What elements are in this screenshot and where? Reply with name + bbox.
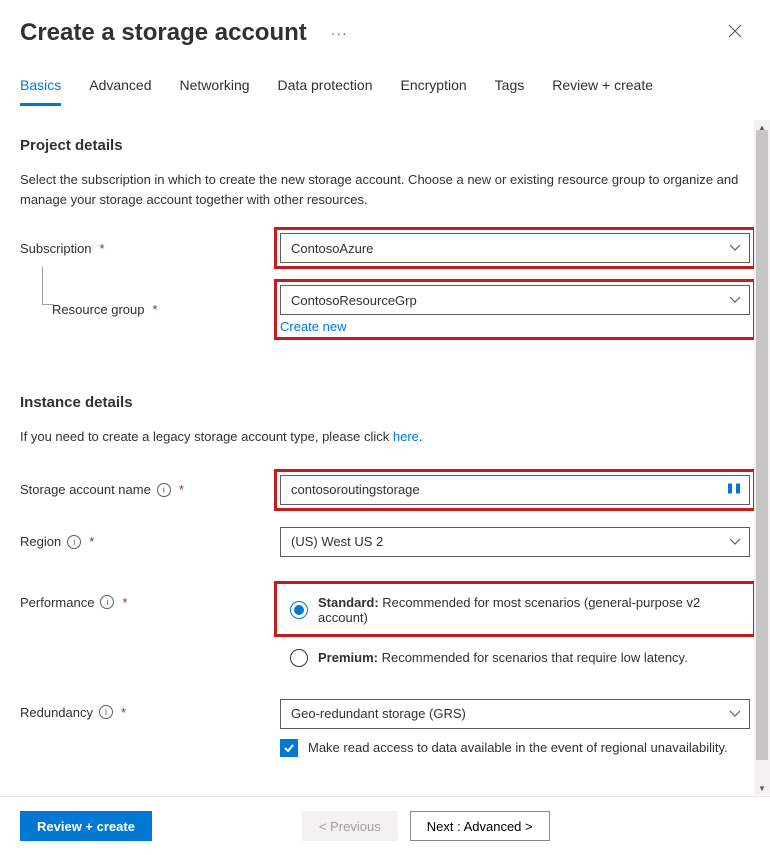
info-icon[interactable]: i — [157, 483, 171, 497]
radio-unchecked-icon — [290, 649, 308, 667]
previous-button: < Previous — [302, 811, 398, 841]
review-create-button[interactable]: Review + create — [20, 811, 152, 841]
close-icon[interactable] — [720, 18, 750, 47]
create-new-link[interactable]: Create new — [280, 319, 346, 334]
chevron-down-icon — [729, 244, 741, 252]
performance-premium-radio[interactable]: Premium: Recommended for scenarios that … — [280, 641, 750, 675]
tab-data-protection[interactable]: Data protection — [278, 69, 373, 106]
resource-group-label: Resource group* — [20, 302, 280, 317]
checkbox-checked-icon — [280, 739, 298, 757]
project-details-desc: Select the subscription in which to crea… — [20, 170, 740, 209]
chevron-down-icon — [729, 710, 741, 718]
instance-details-heading: Instance details — [20, 394, 750, 411]
legacy-here-link[interactable]: here — [393, 427, 419, 447]
footer: Review + create < Previous Next : Advanc… — [0, 796, 770, 855]
chevron-down-icon — [729, 538, 741, 546]
instance-legacy-text: If you need to create a legacy storage a… — [20, 427, 740, 447]
tree-connector-icon — [42, 267, 54, 305]
tab-bar: Basics Advanced Networking Data protecti… — [0, 69, 770, 107]
tab-basics[interactable]: Basics — [20, 69, 61, 106]
next-button[interactable]: Next : Advanced > — [410, 811, 550, 841]
page-title: Create a storage account — [20, 19, 307, 47]
scroll-down-icon[interactable]: ▼ — [754, 781, 770, 795]
redundancy-label: Redundancy i * — [20, 699, 280, 720]
storage-name-input[interactable]: contosoroutingstorage — [280, 475, 750, 505]
more-icon[interactable]: ··· — [331, 25, 348, 41]
form-content: Project details Select the subscription … — [0, 107, 770, 807]
validation-icon — [727, 481, 741, 498]
read-access-checkbox[interactable]: Make read access to data available in th… — [280, 739, 750, 757]
performance-standard-radio[interactable]: Standard: Recommended for most scenarios… — [280, 587, 750, 633]
tab-review-create[interactable]: Review + create — [552, 69, 653, 106]
scrollbar[interactable]: ▲ ▼ — [754, 120, 770, 795]
read-access-label: Make read access to data available in th… — [308, 740, 728, 755]
chevron-down-icon — [729, 296, 741, 304]
region-select[interactable]: (US) West US 2 — [280, 527, 750, 557]
region-label: Region i * — [20, 534, 280, 549]
info-icon[interactable]: i — [99, 705, 113, 719]
scrollbar-thumb[interactable] — [756, 130, 768, 760]
tab-encryption[interactable]: Encryption — [401, 69, 467, 106]
resource-group-select[interactable]: ContosoResourceGrp — [280, 285, 750, 315]
subscription-label: Subscription* — [20, 241, 280, 256]
tab-networking[interactable]: Networking — [180, 69, 250, 106]
performance-label: Performance i * — [20, 587, 280, 610]
storage-name-label: Storage account name i * — [20, 482, 280, 497]
redundancy-select[interactable]: Geo-redundant storage (GRS) — [280, 699, 750, 729]
radio-checked-icon — [290, 601, 308, 619]
project-details-heading: Project details — [20, 137, 750, 154]
info-icon[interactable]: i — [100, 595, 114, 609]
subscription-select[interactable]: ContosoAzure — [280, 233, 750, 263]
info-icon[interactable]: i — [67, 535, 81, 549]
tab-advanced[interactable]: Advanced — [89, 69, 151, 106]
tab-tags[interactable]: Tags — [495, 69, 525, 106]
